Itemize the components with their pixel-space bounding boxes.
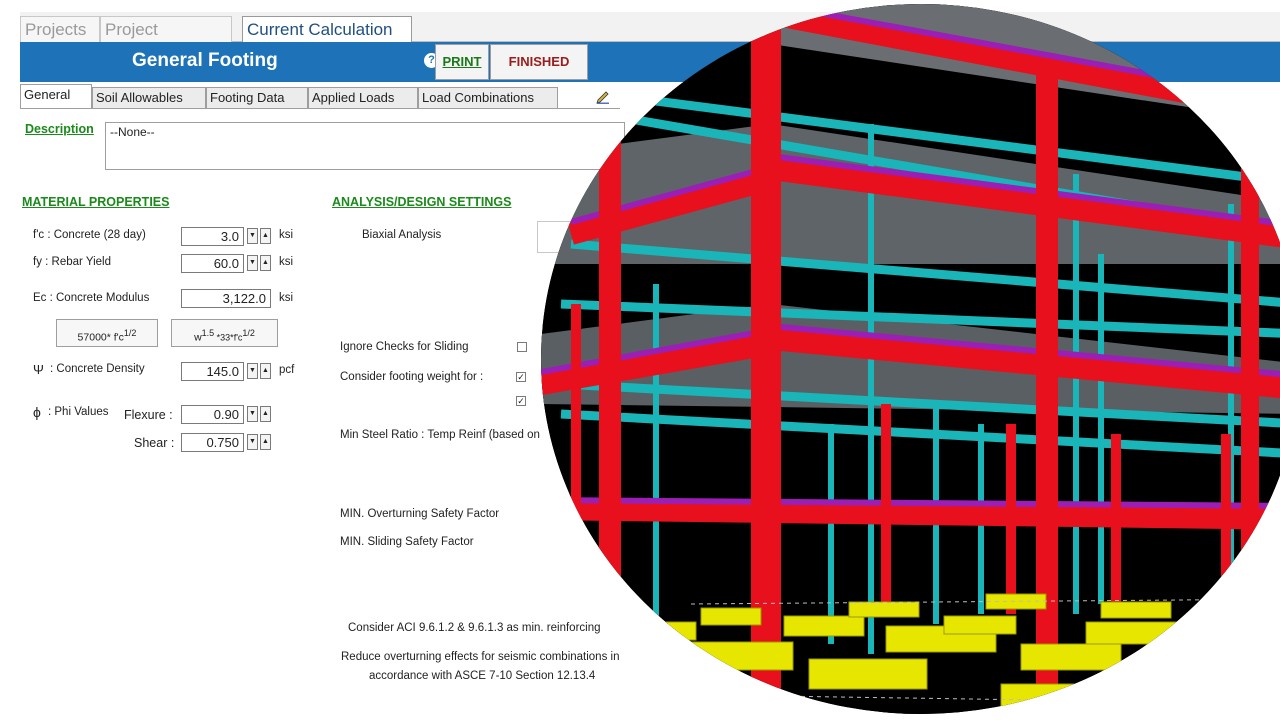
shear-spin-up[interactable]: ▲ (260, 434, 271, 450)
tab-footing-data[interactable]: Footing Data (206, 87, 308, 108)
ec-input[interactable]: 3,122.0 (181, 289, 271, 308)
top-nav-tabs: Projects Project Manager Current Calcula… (20, 12, 1280, 59)
print-button[interactable]: PRINT (435, 44, 489, 80)
formula-density-w: w (194, 331, 202, 344)
footing-weight-label: Consider footing weight for : (340, 371, 484, 383)
page-title: General Footing (132, 50, 278, 71)
tab-content-divider (20, 108, 620, 109)
flexure-label: Flexure : (124, 408, 173, 422)
density-unit: pcf (279, 364, 295, 376)
ignore-sliding-checkbox[interactable] (517, 342, 527, 352)
ec-unit: ksi (279, 292, 294, 304)
flexure-spin-up[interactable]: ▲ (260, 406, 271, 422)
density-spin-down[interactable]: ▼ (247, 363, 258, 379)
tab-applied-loads[interactable]: Applied Loads (308, 87, 418, 108)
min-steel-ratio-label: Min Steel Ratio : Temp Reinf (based on (340, 429, 540, 441)
overturning-factor-label: MIN. Overturning Safety Factor (340, 508, 500, 520)
tab-general[interactable]: General (20, 84, 92, 109)
ignore-sliding-label: Ignore Checks for Sliding (340, 341, 469, 353)
aci-min-reinforcing-label: Consider ACI 9.6.1.2 & 9.6.1.3 as min. r… (348, 622, 601, 634)
density-label: : Concrete Density (50, 363, 145, 375)
asce-reference-label: accordance with ASCE 7-10 Section 12.13.… (369, 670, 596, 682)
fc-input[interactable]: 3.0 (181, 227, 244, 246)
footing-weight-checkbox-2[interactable]: ✓ (516, 396, 526, 406)
formula-density-mid: *33*f'c (214, 332, 243, 343)
fc-spin-up[interactable]: ▲ (260, 228, 271, 244)
finished-button[interactable]: FINISHED (490, 44, 588, 80)
flexure-spin-down[interactable]: ▼ (247, 406, 258, 422)
tab-project-manager[interactable]: Project Manager (100, 16, 232, 59)
fy-label: fy : Rebar Yield (33, 256, 111, 268)
material-properties-heading: MATERIAL PROPERTIES (22, 195, 170, 209)
ec-label: Ec : Concrete Modulus (33, 292, 150, 304)
ec-formula-aci-button[interactable]: 57000* f'c1/2 (56, 319, 158, 347)
shear-input[interactable]: 0.750 (181, 433, 244, 452)
fy-spin-up[interactable]: ▲ (260, 255, 271, 271)
formula-density-exp2: 1/2 (242, 328, 255, 338)
structure-3d-render (541, 4, 1280, 714)
sliding-factor-label: MIN. Sliding Safety Factor (340, 536, 474, 548)
formula-aci-exponent: 1/2 (123, 328, 137, 338)
phi-label: : Phi Values (48, 406, 109, 418)
description-field[interactable]: --None-- (105, 122, 625, 170)
description-label[interactable]: Description (25, 122, 94, 136)
formula-density-exp1: 1.5 (201, 328, 215, 338)
tab-soil-allowables[interactable]: Soil Allowables (92, 87, 206, 108)
shear-spin-down[interactable]: ▼ (247, 434, 258, 450)
fy-input[interactable]: 60.0 (181, 254, 244, 273)
density-input[interactable]: 145.0 (181, 362, 244, 381)
density-spin-up[interactable]: ▲ (260, 363, 271, 379)
density-symbol: Ψ (33, 362, 44, 377)
fc-spin-down[interactable]: ▼ (247, 228, 258, 244)
biaxial-analysis-label: Biaxial Analysis (362, 229, 442, 241)
fy-spin-down[interactable]: ▼ (247, 255, 258, 271)
tab-current-calculation[interactable]: Current Calculation (242, 16, 412, 42)
flexure-input[interactable]: 0.90 (181, 405, 244, 424)
tab-load-combinations[interactable]: Load Combinations (418, 87, 558, 108)
fc-label: f'c : Concrete (28 day) (33, 229, 146, 241)
analysis-settings-heading: ANALYSIS/DESIGN SETTINGS (332, 195, 512, 209)
structure-render-svg (541, 4, 1280, 714)
section-tabs: General Soil Allowables Footing Data App… (20, 84, 660, 109)
fc-unit: ksi (279, 229, 294, 241)
tab-projects[interactable]: Projects (20, 16, 100, 42)
shear-label: Shear : (134, 436, 175, 450)
fy-unit: ksi (279, 256, 294, 268)
footing-weight-checkbox-1[interactable]: ✓ (516, 372, 526, 382)
formula-aci-text: 57000* f'c (77, 331, 124, 344)
phi-symbol: ϕ (33, 404, 41, 420)
ec-formula-density-button[interactable]: w1.5 *33*f'c1/2 (171, 319, 278, 347)
pencil-edit-icon[interactable] (595, 88, 611, 104)
reduce-overturning-label: Reduce overturning effects for seismic c… (341, 651, 620, 663)
